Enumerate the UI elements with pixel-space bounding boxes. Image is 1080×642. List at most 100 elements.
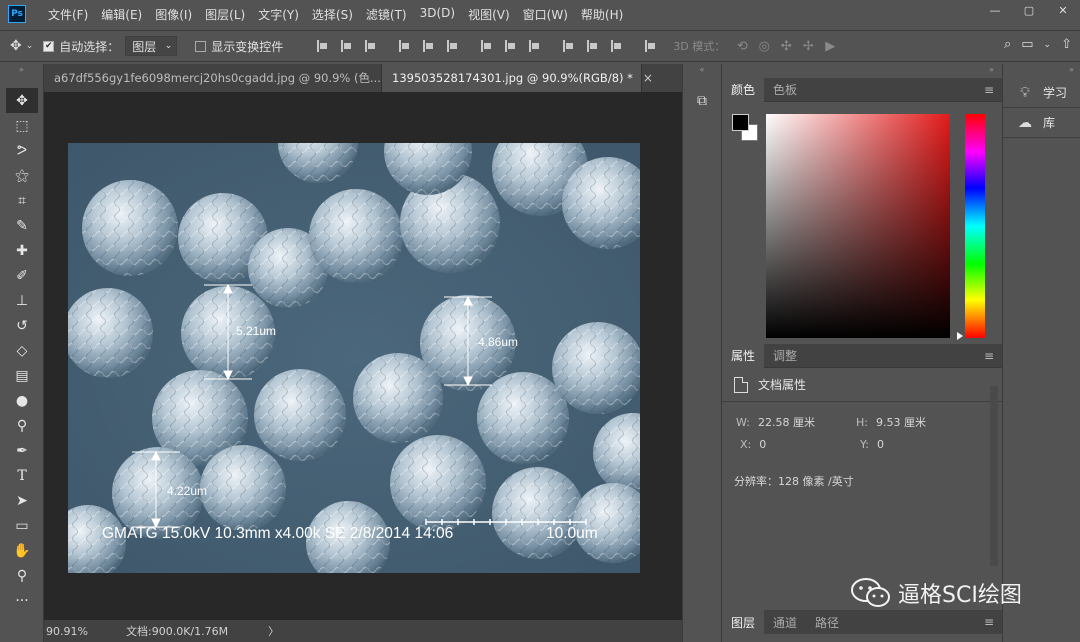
rectangle-tool-icon[interactable]: ▭ bbox=[6, 513, 38, 538]
color-picker-field[interactable] bbox=[766, 114, 950, 338]
brush-tool-icon[interactable]: ✐ bbox=[6, 263, 38, 288]
menu-file[interactable]: 文件(F) bbox=[48, 6, 88, 23]
tab-paths[interactable]: 路径 bbox=[806, 610, 848, 634]
eyedropper-tool-icon[interactable]: ✎ bbox=[6, 213, 38, 238]
strip-collapse-icon[interactable]: « bbox=[683, 64, 721, 82]
chevron-down-icon: ⌄ bbox=[164, 41, 173, 51]
3d-slide-icon[interactable]: ✢ bbox=[797, 39, 819, 54]
history-panel-icon[interactable]: ⧉ bbox=[691, 90, 713, 112]
layers-panel-menu-icon[interactable]: ≡ bbox=[984, 615, 994, 629]
3d-roll-icon[interactable]: ◎ bbox=[753, 39, 775, 54]
toolbar-collapse-icon[interactable]: » bbox=[0, 64, 43, 88]
y-field[interactable]: Y: 0 bbox=[860, 438, 980, 451]
align-vcenter-icon[interactable] bbox=[335, 38, 359, 54]
menu-filter[interactable]: 滤镜(T) bbox=[366, 6, 407, 23]
gradient-tool-icon[interactable]: ▤ bbox=[6, 363, 38, 388]
auto-align-icon[interactable] bbox=[639, 38, 663, 54]
zoom-tool-icon[interactable]: ⚲ bbox=[6, 563, 38, 588]
learn-library-panel: » 💡︎ 学习 ☁ 库 bbox=[1002, 64, 1080, 642]
align-top-icon[interactable] bbox=[311, 38, 335, 54]
dodge-tool-icon[interactable]: ⚲ bbox=[6, 413, 38, 438]
document-canvas[interactable]: 5.21um 4.86um 4.22um GMATG 15.0kV 10.3mm… bbox=[68, 143, 640, 573]
lasso-tool-icon[interactable]: ᕗ bbox=[6, 138, 38, 163]
share-icon[interactable]: ⇧ bbox=[1061, 37, 1072, 52]
status-menu-arrow-icon[interactable]: 〉 bbox=[268, 623, 279, 639]
height-label: H: bbox=[856, 416, 868, 429]
align-left-icon[interactable] bbox=[393, 38, 417, 54]
more-tools-icon[interactable]: ··· bbox=[6, 588, 38, 613]
clone-stamp-tool-icon[interactable]: ⊥ bbox=[6, 288, 38, 313]
document-tab-1[interactable]: a67df556gy1fe6098mercj20hs0cgadd.jpg @ 9… bbox=[44, 64, 401, 92]
foreground-color-swatch[interactable] bbox=[732, 114, 749, 131]
hue-slider[interactable] bbox=[965, 114, 985, 338]
menu-layer[interactable]: 图层(L) bbox=[205, 6, 245, 23]
3d-pan-icon[interactable]: ✣ bbox=[775, 39, 797, 54]
path-selection-tool-icon[interactable]: ➤ bbox=[6, 488, 38, 513]
healing-brush-tool-icon[interactable]: ✚ bbox=[6, 238, 38, 263]
properties-panel-menu-icon[interactable]: ≡ bbox=[984, 349, 994, 363]
height-field[interactable]: H: 9.53 厘米 bbox=[856, 414, 976, 430]
eraser-tool-icon[interactable]: ◇ bbox=[6, 338, 38, 363]
tool-preset-chevron-icon[interactable]: ⌄ bbox=[26, 41, 34, 51]
farright-collapse-icon[interactable]: » bbox=[1003, 64, 1080, 78]
pen-tool-icon[interactable]: ✒ bbox=[6, 438, 38, 463]
distribute-left-icon[interactable] bbox=[557, 38, 581, 54]
move-tool-icon[interactable]: ✥ bbox=[10, 38, 22, 54]
magic-wand-tool-icon[interactable]: ⚝ bbox=[6, 163, 38, 188]
maximize-button[interactable]: ▢ bbox=[1012, 0, 1046, 20]
panels-collapse-icon[interactable]: » bbox=[722, 64, 1002, 78]
menu-window[interactable]: 窗口(W) bbox=[523, 6, 568, 23]
tab-properties[interactable]: 属性 bbox=[722, 343, 765, 368]
distribute-top-icon[interactable] bbox=[475, 38, 499, 54]
menu-edit[interactable]: 编辑(E) bbox=[101, 6, 142, 23]
document-tab-2[interactable]: 139503528174301.jpg @ 90.9%(RGB/8) * × bbox=[382, 64, 653, 92]
width-field[interactable]: W: 22.58 厘米 bbox=[736, 414, 856, 430]
distribute-hcenter-icon[interactable] bbox=[581, 38, 605, 54]
x-field[interactable]: X: 0 bbox=[740, 438, 860, 451]
tab-swatches[interactable]: 色板 bbox=[764, 78, 806, 102]
search-icon[interactable]: ⌕ bbox=[1004, 37, 1011, 52]
menu-image[interactable]: 图像(I) bbox=[155, 6, 192, 23]
hand-tool-icon[interactable]: ✋ bbox=[6, 538, 38, 563]
align-hcenter-icon[interactable] bbox=[417, 38, 441, 54]
menu-select[interactable]: 选择(S) bbox=[312, 6, 353, 23]
distribute-vcenter-icon[interactable] bbox=[499, 38, 523, 54]
marquee-tool-icon[interactable]: ⬚ bbox=[6, 113, 38, 138]
menu-3d[interactable]: 3D(D) bbox=[420, 6, 455, 23]
workspace-icon[interactable]: ▭ bbox=[1021, 37, 1033, 52]
align-bottom-icon[interactable] bbox=[359, 38, 383, 54]
minimize-button[interactable]: — bbox=[978, 0, 1012, 20]
zoom-level[interactable]: 90.91% bbox=[44, 625, 94, 638]
move-tool-icon[interactable]: ✥ bbox=[6, 88, 38, 113]
hue-slider-handle[interactable] bbox=[957, 332, 963, 340]
status-bar: 90.91% 文档:900.0K/1.76M 〉 bbox=[44, 620, 682, 642]
3d-scale-icon[interactable]: ▶ bbox=[819, 39, 841, 54]
workspace-chevron-icon[interactable]: ⌄ bbox=[1044, 40, 1052, 50]
align-right-icon[interactable] bbox=[441, 38, 465, 54]
resolution-text: 分辨率：128 像素 /英寸 bbox=[734, 475, 854, 488]
color-panel-menu-icon[interactable]: ≡ bbox=[984, 83, 994, 97]
tab-layers[interactable]: 图层 bbox=[722, 610, 765, 634]
auto-select-checkbox[interactable]: ✔ bbox=[43, 40, 55, 52]
menu-type[interactable]: 文字(Y) bbox=[258, 6, 299, 23]
history-brush-tool-icon[interactable]: ↺ bbox=[6, 313, 38, 338]
library-button[interactable]: ☁ 库 bbox=[1003, 108, 1080, 138]
distribute-right-icon[interactable] bbox=[605, 38, 629, 54]
close-tab-2-icon[interactable]: × bbox=[643, 71, 653, 85]
menu-view[interactable]: 视图(V) bbox=[468, 6, 510, 23]
menu-help[interactable]: 帮助(H) bbox=[581, 6, 623, 23]
tab-channels[interactable]: 通道 bbox=[764, 610, 806, 634]
show-transform-checkbox[interactable] bbox=[195, 40, 207, 52]
learn-button[interactable]: 💡︎ 学习 bbox=[1003, 78, 1080, 108]
crop-tool-icon[interactable]: ⌗ bbox=[6, 188, 38, 213]
3d-orbit-icon[interactable]: ⟲ bbox=[731, 39, 753, 54]
height-value: 9.53 厘米 bbox=[875, 416, 926, 429]
tab-adjustments[interactable]: 调整 bbox=[764, 344, 806, 368]
close-window-button[interactable]: ✕ bbox=[1046, 0, 1080, 20]
properties-scrollbar[interactable] bbox=[990, 386, 998, 566]
blur-tool-icon[interactable]: ● bbox=[6, 388, 38, 413]
auto-select-dropdown[interactable]: 图层 ⌄ bbox=[125, 36, 178, 56]
type-tool-icon[interactable]: T bbox=[6, 463, 38, 488]
distribute-bottom-icon[interactable] bbox=[523, 38, 547, 54]
tab-color[interactable]: 颜色 bbox=[722, 77, 765, 102]
